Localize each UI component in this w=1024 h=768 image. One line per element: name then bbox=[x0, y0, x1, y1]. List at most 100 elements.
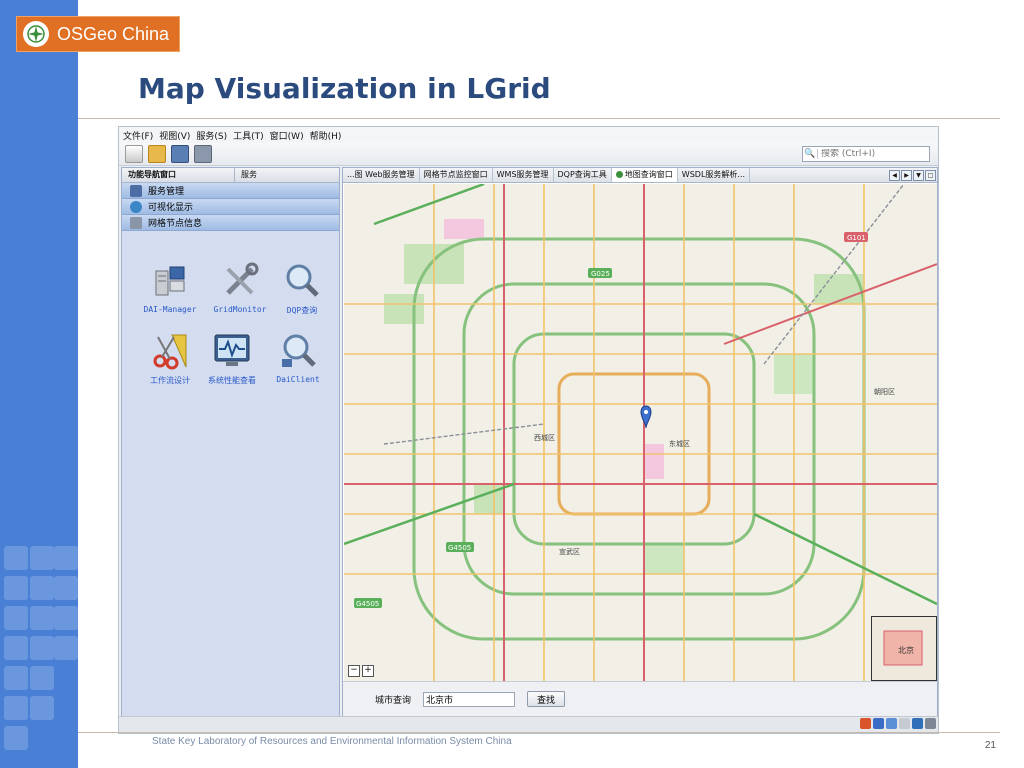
nav-section-visualization[interactable]: 可视化显示 bbox=[122, 199, 339, 215]
zoom-controls: − + bbox=[348, 665, 376, 677]
tab-web-service-management[interactable]: ...图 Web服务管理 bbox=[343, 168, 420, 182]
service-icon bbox=[130, 184, 142, 197]
tool-grid-monitor[interactable]: GridMonitor bbox=[208, 261, 272, 314]
compass-icon bbox=[23, 21, 49, 47]
ime-icon[interactable] bbox=[860, 718, 871, 729]
wrench-icon bbox=[130, 216, 142, 229]
road-shield-g101: G101 bbox=[844, 232, 868, 242]
save-icon[interactable] bbox=[171, 145, 189, 163]
tool-label: GridMonitor bbox=[213, 305, 267, 314]
map-tabs: ...图 Web服务管理 网格节点监控窗口 WMS服务管理 DQP查询工具 地图… bbox=[343, 168, 937, 183]
district-label-dongcheng: 东城区 bbox=[669, 439, 690, 448]
svg-text:G025: G025 bbox=[591, 270, 610, 278]
search-input[interactable] bbox=[818, 149, 924, 159]
tab-dqp-query-tool[interactable]: DQP查询工具 bbox=[554, 168, 612, 182]
nav-tabs: 功能导航窗口 服务 bbox=[122, 168, 339, 183]
system-tray bbox=[858, 718, 936, 729]
tool-dqp-query[interactable]: DQP查询 bbox=[270, 261, 334, 316]
magnifier-client-icon bbox=[278, 331, 318, 371]
tool-label: 系统性能查看 bbox=[208, 376, 256, 385]
nav-section-service-management[interactable]: 服务管理 bbox=[122, 183, 339, 199]
keyboard-icon[interactable] bbox=[912, 718, 923, 729]
district-label-chaoyang: 朝阳区 bbox=[874, 387, 895, 396]
decorative-tiles bbox=[0, 540, 78, 768]
tab-service[interactable]: 服务 bbox=[235, 168, 263, 182]
tab-grid-node-monitor[interactable]: 网格节点监控窗口 bbox=[420, 168, 493, 182]
city-search-bar: 城市查询 查找 bbox=[343, 681, 937, 716]
menu-window[interactable]: 窗口(W) bbox=[270, 129, 304, 142]
svg-text:G4505: G4505 bbox=[356, 600, 379, 608]
tool-label: DQP查询 bbox=[286, 306, 318, 315]
tool-system-performance[interactable]: 系统性能查看 bbox=[200, 331, 264, 386]
new-document-icon[interactable] bbox=[125, 145, 143, 163]
settings-icon[interactable] bbox=[925, 718, 936, 729]
logo-text: OSGeo China bbox=[57, 23, 170, 44]
footer-text: State Key Laboratory of Resources and En… bbox=[152, 736, 512, 747]
map-svg: 西城区 东城区 宣武区 朝阳区 G101 G025 G4505 G4505 bbox=[344, 184, 937, 681]
city-search-label: 城市查询 bbox=[375, 695, 412, 706]
tool-label: 工作流设计 bbox=[150, 376, 190, 385]
title-divider bbox=[78, 118, 1000, 119]
minimap-label: 北京 bbox=[898, 645, 914, 655]
tool-workflow-design[interactable]: 工作流设计 bbox=[138, 331, 202, 386]
menu-service[interactable]: 服务(S) bbox=[196, 129, 227, 142]
search-icon[interactable]: 🔍 bbox=[803, 149, 818, 159]
open-folder-icon[interactable] bbox=[148, 145, 166, 163]
city-search-input[interactable] bbox=[423, 691, 516, 707]
toolbar: 🔍 bbox=[119, 143, 938, 166]
status-bar bbox=[119, 716, 938, 733]
chinese-input-icon[interactable] bbox=[873, 718, 884, 729]
moon-icon[interactable] bbox=[886, 718, 897, 729]
overview-minimap[interactable]: 北京 bbox=[871, 616, 937, 681]
tab-map-query-window[interactable]: 地图查询窗口 bbox=[611, 168, 678, 182]
tab-list-button[interactable]: ▼ bbox=[913, 169, 924, 181]
footer-divider bbox=[78, 732, 1000, 733]
monitor-chart-icon bbox=[212, 331, 252, 371]
tab-next-button[interactable]: ▶ bbox=[901, 169, 912, 181]
navigation-panel: 功能导航窗口 服务 服务管理 可视化显示 网格节点信息 DAI-Manager bbox=[121, 167, 340, 717]
tool-dai-manager[interactable]: DAI-Manager bbox=[138, 261, 202, 314]
tool-label: DaiClient bbox=[276, 375, 320, 384]
tools-icon bbox=[220, 261, 260, 301]
nav-section-label: 可视化显示 bbox=[148, 203, 194, 213]
tab-wms-service-management[interactable]: WMS服务管理 bbox=[493, 168, 554, 182]
globe-icon bbox=[615, 171, 623, 178]
tool-label: DAI-Manager bbox=[143, 305, 197, 314]
tab-navigation: ◀ ▶ ▼ □ bbox=[889, 168, 937, 182]
road-shield-g025: G025 bbox=[588, 268, 612, 278]
scissors-ruler-icon bbox=[150, 331, 190, 371]
tool-dai-client[interactable]: DaiClient bbox=[266, 331, 330, 384]
server-icon bbox=[150, 261, 190, 301]
tab-function-nav[interactable]: 功能导航窗口 bbox=[122, 168, 235, 182]
window-icon[interactable] bbox=[194, 145, 212, 163]
menu-view[interactable]: 视图(V) bbox=[159, 129, 190, 142]
page-number: 21 bbox=[984, 740, 996, 751]
tab-label: 地图查询窗口 bbox=[624, 170, 673, 179]
menu-bar: 文件(F) 视图(V) 服务(S) 工具(T) 窗口(W) 帮助(H) bbox=[119, 127, 938, 143]
slide-title: Map Visualization in LGrid bbox=[138, 72, 551, 105]
road-shield-g4505-a: G4505 bbox=[446, 542, 474, 552]
punctuation-icon[interactable] bbox=[899, 718, 910, 729]
nav-section-label: 服务管理 bbox=[148, 187, 185, 197]
svg-text:G4505: G4505 bbox=[448, 544, 471, 552]
zoom-out-button[interactable]: − bbox=[348, 665, 360, 677]
find-button[interactable]: 查找 bbox=[527, 691, 566, 707]
menu-tools[interactable]: 工具(T) bbox=[233, 129, 264, 142]
globe-icon bbox=[130, 200, 142, 213]
road-shield-g4505-b: G4505 bbox=[354, 598, 382, 608]
menu-help[interactable]: 帮助(H) bbox=[310, 129, 342, 142]
district-label-xicheng: 西城区 bbox=[534, 434, 555, 442]
svg-text:G101: G101 bbox=[847, 234, 866, 242]
nav-section-grid-node-info[interactable]: 网格节点信息 bbox=[122, 215, 339, 231]
zoom-in-button[interactable]: + bbox=[362, 665, 374, 677]
maximize-button[interactable]: □ bbox=[925, 169, 936, 181]
search-box[interactable]: 🔍 bbox=[802, 146, 930, 162]
magnifier-icon bbox=[282, 261, 322, 301]
menu-file[interactable]: 文件(F) bbox=[123, 129, 153, 142]
tab-wsdl-service-parse[interactable]: WSDL服务解析... bbox=[678, 168, 751, 182]
osgeo-logo: OSGeo China bbox=[16, 16, 180, 52]
tab-prev-button[interactable]: ◀ bbox=[889, 169, 900, 181]
district-label-xuanwu: 宣武区 bbox=[559, 547, 580, 556]
map-canvas[interactable]: 西城区 东城区 宣武区 朝阳区 G101 G025 G4505 G4505 − … bbox=[344, 184, 937, 681]
lgrid-app-window: 文件(F) 视图(V) 服务(S) 工具(T) 窗口(W) 帮助(H) 🔍 功能… bbox=[118, 126, 939, 734]
